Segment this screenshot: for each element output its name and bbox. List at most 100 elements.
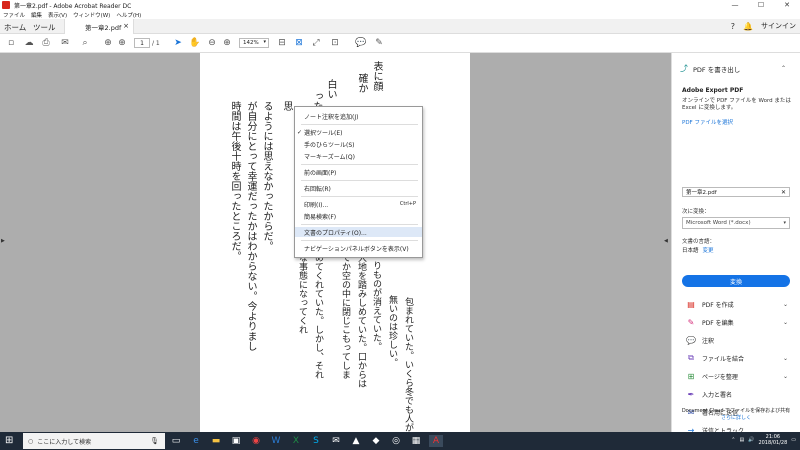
calculator-icon[interactable]: ▦ — [409, 435, 423, 447]
network-icon[interactable]: ▤ — [739, 437, 744, 443]
menu-item-show-nav-buttons[interactable]: ナビゲーションパネルボタンを表示(V) — [295, 243, 422, 253]
edge-browser-icon[interactable]: e — [189, 435, 203, 447]
help-icon[interactable]: ? — [731, 22, 735, 31]
page-number-input[interactable]: 1 — [134, 38, 150, 48]
comment-icon: 💬 — [686, 335, 696, 345]
remove-file-icon[interactable]: ✕ — [781, 189, 786, 196]
tools-pane: ⤴ PDF を書き出し ⌃ Adobe Export PDF オンラインで PD… — [671, 53, 800, 435]
notification-icon[interactable]: ▭ — [791, 437, 796, 443]
create-pdf-icon: ▤ — [687, 299, 695, 309]
menu-item-marquee-zoom[interactable]: マーキーズーム(Q) — [295, 151, 422, 161]
menu-edit[interactable]: 編集 — [31, 11, 42, 19]
cloud-upload-icon[interactable]: ☁ — [22, 37, 36, 49]
text-column: てか空の中に閉じこもってしま — [340, 253, 350, 379]
page-up-icon[interactable]: ⊕ — [102, 37, 114, 49]
menu-view[interactable]: 表示(V) — [48, 11, 67, 19]
maximize-button[interactable]: ☐ — [748, 0, 774, 10]
save-icon[interactable]: ▫ — [5, 37, 17, 49]
menu-item-print[interactable]: 印刷(I)... Ctrl+P — [295, 199, 422, 209]
task-view-icon[interactable]: ▭ — [169, 435, 183, 447]
fill-sign-icon: ✒ — [687, 389, 695, 399]
minimize-button[interactable]: — — [722, 0, 748, 10]
mail-icon[interactable]: ✉ — [329, 435, 343, 447]
app-icon-2[interactable]: ◎ — [389, 435, 403, 447]
windows-start-icon[interactable]: ⊞ — [5, 435, 17, 447]
search-circle-icon: ○ — [28, 437, 34, 445]
menu-item-find[interactable]: 簡易検索(F) — [295, 211, 422, 221]
close-button[interactable]: ✕ — [774, 0, 800, 10]
fit-page-icon[interactable]: ⊟ — [276, 37, 288, 49]
organize-pages-icon: ⊞ — [687, 371, 695, 381]
select-pdf-link[interactable]: PDF ファイルを選択 — [682, 118, 792, 126]
store-icon[interactable]: ▣ — [229, 435, 243, 447]
tool-organize-pages[interactable]: ⊞ ページを整理 ⌄ — [686, 369, 796, 383]
read-mode-icon[interactable]: ⊡ — [329, 37, 341, 49]
export-pdf-header[interactable]: ⤴ PDF を書き出し — [680, 63, 740, 74]
acrobat-taskbar-icon[interactable]: A — [429, 435, 443, 447]
learn-more-link[interactable]: さらに詳しく — [672, 415, 800, 422]
zoom-select[interactable]: 142% ▾ — [239, 38, 269, 48]
comment-icon[interactable]: 💬 — [355, 37, 367, 49]
zoom-in-icon[interactable]: ⊕ — [221, 37, 233, 49]
menu-help[interactable]: ヘルプ(H) — [116, 11, 141, 19]
photos-icon[interactable]: ▲ — [349, 435, 363, 447]
menu-item-add-note[interactable]: ノート注釈を追加(J) — [295, 111, 422, 121]
page-down-icon[interactable]: ⊕ — [116, 37, 128, 49]
export-description: オンラインで PDF ファイルを Word または Excel に変換します。 — [682, 98, 791, 111]
tool-fill-sign[interactable]: ✒ 入力と署名 — [686, 387, 796, 401]
excel-icon[interactable]: X — [289, 435, 303, 447]
chevron-up-icon[interactable]: ⌃ — [781, 65, 786, 72]
menu-item-hand-tool[interactable]: 手のひらツール(S) — [295, 139, 422, 149]
menu-item-select-tool[interactable]: ✓ 選択ツール(E) — [295, 127, 422, 137]
tab-close-icon[interactable]: × — [123, 22, 129, 30]
text-column: 確か — [356, 73, 367, 93]
skype-icon[interactable]: S — [309, 435, 323, 447]
menu-item-document-properties[interactable]: 文書のプロパティ(O)... — [295, 227, 422, 237]
word-icon[interactable]: W — [269, 435, 283, 447]
change-language-link[interactable]: 変更 — [703, 248, 714, 254]
convert-format-select[interactable]: Microsoft Word (*.docx) ▾ — [682, 217, 790, 229]
zoom-value: 142% — [243, 40, 259, 46]
print-icon[interactable]: ⎙ — [39, 37, 53, 49]
tool-comment[interactable]: 💬 注釈 — [686, 333, 796, 347]
app-icon[interactable]: ◆ — [369, 435, 383, 447]
right-panel-toggle-icon[interactable]: ◀ — [664, 238, 668, 244]
file-explorer-icon[interactable]: ▬ — [209, 435, 223, 447]
microphone-icon[interactable]: 🎙 — [150, 437, 159, 445]
tool-create-pdf[interactable]: ▤ PDF を作成 ⌄ — [686, 297, 796, 311]
volume-icon[interactable]: 🔊 — [748, 437, 754, 443]
scroll-mode-icon[interactable]: ⊠ — [293, 37, 305, 49]
email-icon[interactable]: ✉ — [58, 37, 72, 49]
text-column: 表に顔 — [371, 61, 382, 91]
search-icon[interactable]: ⌕ — [78, 37, 92, 49]
combine-files-icon: ⧉ — [688, 353, 694, 362]
export-title: Adobe Export PDF — [682, 87, 744, 94]
tool-edit-pdf[interactable]: ✎ PDF を編集 ⌄ — [686, 315, 796, 329]
text-column: な事態になってくれ — [297, 253, 307, 334]
tool-combine-files[interactable]: ⧉ ファイルを結合 ⌄ — [686, 351, 796, 365]
signin-link[interactable]: サインイン — [761, 21, 796, 31]
export-section: Adobe Export PDF オンラインで PDF ファイルを Word ま… — [682, 87, 792, 126]
taskbar-search[interactable]: ○ ここに入力して検索 🎙 — [23, 433, 165, 449]
pen-icon[interactable]: ✎ — [373, 37, 385, 49]
edit-pdf-icon: ✎ — [687, 317, 695, 327]
convert-button[interactable]: 変換 — [682, 275, 790, 287]
text-column: 白い — [325, 79, 336, 99]
chrome-icon[interactable]: ◉ — [249, 435, 263, 447]
menu-item-previous-view[interactable]: 前の画面(P) — [295, 167, 422, 177]
menu-file[interactable]: ファイル — [3, 11, 25, 19]
tab-tools[interactable]: ツール — [33, 22, 56, 33]
menu-window[interactable]: ウィンドウ(W) — [73, 11, 110, 19]
hand-tool-icon[interactable]: ✋ — [189, 37, 201, 49]
zoom-out-icon[interactable]: ⊖ — [206, 37, 218, 49]
left-panel-toggle-icon[interactable]: ▶ — [1, 238, 5, 244]
chevron-up-icon[interactable]: ⌃ — [731, 437, 735, 443]
menu-item-rotate-right[interactable]: 右回転(R) — [295, 183, 422, 193]
select-tool-icon[interactable]: ➤ — [172, 37, 184, 49]
bell-icon[interactable]: 🔔 — [743, 22, 753, 31]
tab-home[interactable]: ホーム — [4, 22, 26, 33]
tab-document[interactable]: 第一章2.pdf × — [64, 19, 134, 34]
clock[interactable]: 21:06 2018/01/28 — [758, 434, 787, 446]
full-screen-icon[interactable]: ⤢ — [310, 37, 322, 49]
title-bar: 第一章2.pdf - Adobe Acrobat Reader DC — ☐ ✕ — [0, 0, 800, 10]
